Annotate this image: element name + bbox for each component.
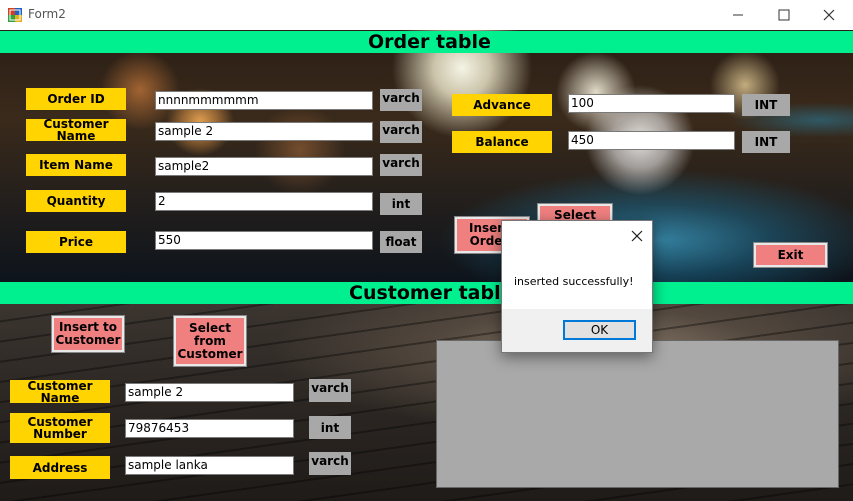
- minimize-icon: [733, 14, 743, 16]
- order-section-background: [0, 30, 853, 282]
- customer-name-type-2: varch: [309, 379, 351, 402]
- customer-name-label: Customer Name: [26, 118, 126, 142]
- customer-table-title: Customer table: [349, 282, 514, 304]
- customer-name-input[interactable]: sample 2: [125, 383, 294, 402]
- app-icon: [8, 8, 22, 22]
- customer-name-type: varch: [380, 121, 422, 143]
- quantity-label: Quantity: [26, 190, 126, 212]
- item-name-label: Item Name: [26, 154, 126, 176]
- order-id-type: varch: [380, 89, 422, 111]
- message-dialog: inserted successfully! OK: [501, 220, 653, 353]
- dialog-footer: OK: [502, 309, 652, 352]
- dialog-close-button[interactable]: [627, 226, 647, 246]
- customer-number-type: int: [309, 416, 351, 439]
- minimize-button[interactable]: [715, 0, 761, 30]
- title-bar: Form2: [0, 0, 853, 30]
- item-name-input[interactable]: sample2: [155, 157, 373, 176]
- address-input[interactable]: sample lanka: [125, 456, 294, 475]
- quantity-type: int: [380, 193, 422, 215]
- item-name-type: varch: [380, 154, 422, 176]
- maximize-icon: [778, 9, 790, 21]
- maximize-button[interactable]: [761, 0, 807, 30]
- address-type: varch: [309, 452, 351, 475]
- close-icon: [823, 9, 835, 21]
- price-input[interactable]: 550: [155, 231, 373, 250]
- order-table-banner: Order table: [0, 31, 853, 53]
- select-from-customer-button[interactable]: Select from Customer: [173, 315, 247, 367]
- price-type: float: [380, 231, 422, 253]
- price-label: Price: [26, 231, 126, 253]
- balance-input[interactable]: 450: [568, 131, 735, 150]
- close-window-button[interactable]: [806, 0, 852, 30]
- order-id-label: Order ID: [26, 88, 126, 110]
- ok-button[interactable]: OK: [563, 320, 636, 340]
- order-id-input[interactable]: nnnnmmmmmm: [155, 91, 373, 110]
- quantity-input[interactable]: 2: [155, 192, 373, 211]
- customer-number-label: Customer Number: [10, 413, 110, 443]
- customer-name-label-2: Customer Name: [10, 380, 110, 404]
- balance-type: INT: [742, 131, 790, 153]
- exit-button[interactable]: Exit: [753, 242, 828, 268]
- dialog-message: inserted successfully!: [514, 275, 634, 288]
- customer-number-input[interactable]: 79876453: [125, 419, 294, 438]
- customer-table-banner: Customer table: [0, 282, 853, 304]
- advance-type: INT: [742, 94, 790, 116]
- insert-to-customer-button[interactable]: Insert to Customer: [51, 315, 125, 353]
- advance-input[interactable]: 100: [568, 94, 735, 113]
- order-table-title: Order table: [368, 31, 491, 53]
- balance-label: Balance: [452, 131, 552, 153]
- order-customer-name-input[interactable]: sample 2: [155, 122, 373, 141]
- close-icon: [631, 230, 643, 242]
- address-label: Address: [10, 456, 110, 479]
- window-title: Form2: [28, 7, 66, 21]
- customer-data-grid[interactable]: [436, 340, 839, 488]
- advance-label: Advance: [452, 94, 552, 116]
